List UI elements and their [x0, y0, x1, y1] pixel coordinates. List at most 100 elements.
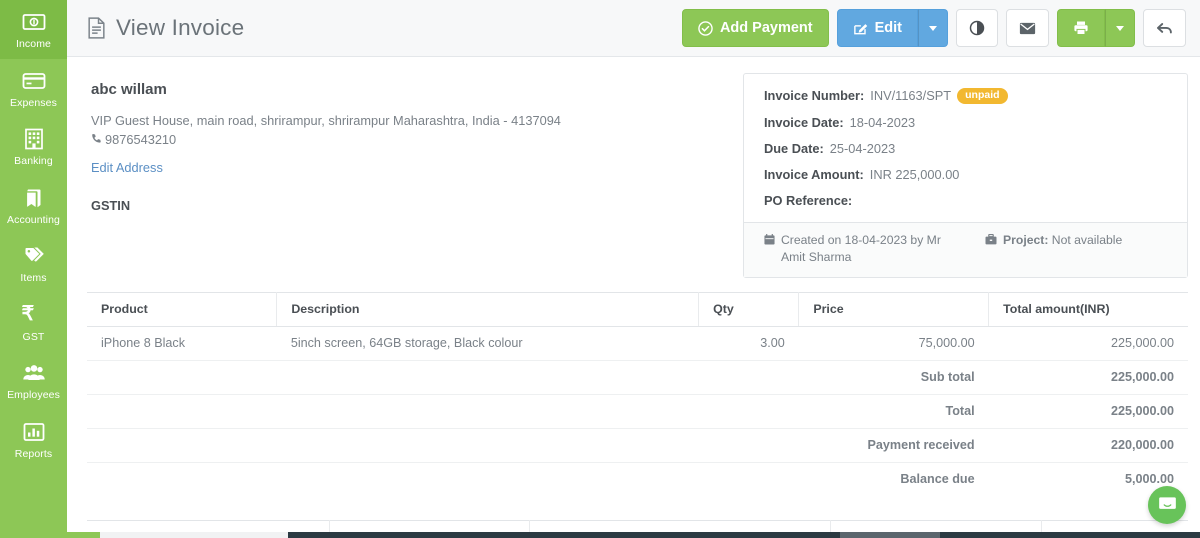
edit-label: Edit: [874, 20, 902, 36]
app-root: Income Expenses Banking Accounting Items: [0, 0, 1200, 538]
rupee-icon: ₹: [21, 302, 35, 325]
page-title: View Invoice: [87, 15, 244, 41]
table-row-payment-received: Payment received 220,000.00: [87, 428, 1188, 463]
calendar-icon: [764, 232, 775, 245]
invoice-items-table: Product Description Qty Price Total amou…: [87, 291, 1188, 496]
sidebar-item-gst[interactable]: ₹ GST: [0, 293, 67, 352]
items-header-description: Description: [276, 291, 700, 327]
chat-widget-button[interactable]: [1148, 486, 1186, 524]
edit-button[interactable]: Edit: [836, 9, 918, 47]
invoice-number-label: Invoice Number:: [764, 88, 865, 104]
print-button[interactable]: [1057, 9, 1105, 47]
total-value: 225,000.00: [988, 394, 1188, 429]
phone-icon: [91, 133, 102, 145]
contrast-button[interactable]: [956, 9, 998, 47]
sidebar-item-label: Expenses: [10, 96, 57, 109]
back-arrow-icon: [1156, 21, 1173, 36]
file-invoice-icon: [87, 17, 106, 39]
table-row: iPhone 8 Black 5inch screen, 64GB storag…: [87, 326, 1188, 361]
invoice-date-line: Invoice Date: 18-04-2023: [764, 115, 1167, 130]
total-label: Total: [87, 394, 989, 429]
chevron-down-icon: [1116, 25, 1124, 31]
invoice-date-value: 18-04-2023: [849, 114, 916, 130]
po-reference-label: PO Reference:: [764, 192, 853, 208]
sidebar-item-accounting[interactable]: Accounting: [0, 176, 67, 235]
credit-card-icon: [22, 69, 46, 93]
table-row-subtotal: Sub total 225,000.00: [87, 360, 1188, 395]
project-value: Not available: [1051, 232, 1123, 247]
money-bill-icon: [22, 10, 46, 34]
created-text: Created on 18-04-2023 by Mr Amit Sharma: [781, 232, 941, 265]
due-date-value: 25-04-2023: [829, 140, 896, 156]
balance-due-label: Balance due: [900, 471, 975, 486]
bar-chart-icon: [22, 420, 46, 444]
sidebar-item-label: Income: [15, 38, 52, 50]
add-payment-button[interactable]: Add Payment: [681, 9, 829, 47]
back-button[interactable]: [1143, 9, 1186, 47]
bottom-strip-light: [100, 532, 288, 538]
item-total: 225,000.00: [988, 326, 1188, 361]
sidebar-item-items[interactable]: Items: [0, 234, 67, 293]
items-table-head: Product Description Qty Price Total amou…: [87, 291, 1188, 327]
party-phone: 9876543210: [91, 132, 725, 147]
party-address: VIP Guest House, main road, shrirampur, …: [91, 113, 561, 128]
pencil-square-icon: [853, 21, 868, 36]
items-header-qty: Qty: [698, 291, 800, 327]
item-description: 5inch screen, 64GB storage, Black colour: [276, 326, 699, 361]
item-qty: 3.00: [698, 326, 799, 361]
party-phone-text: 9876543210: [105, 131, 177, 147]
invoice-amount-value: INR 225,000.00: [869, 166, 960, 182]
created-info: Created on 18-04-2023 by Mr Amit Sharma: [764, 232, 959, 267]
chat-bubble-icon: [1158, 496, 1177, 514]
items-header-price: Price: [798, 291, 990, 327]
table-row-balance-due: Balance due 5,000.00: [87, 462, 1188, 496]
check-circle-icon: [698, 20, 713, 36]
page-toolbar: View Invoice Add Payment Edit: [67, 0, 1200, 57]
bottom-strip-dark: [288, 532, 840, 538]
payment-received-label: Payment received: [87, 428, 989, 463]
page-title-text: View Invoice: [116, 15, 245, 40]
add-payment-label: Add Payment: [719, 20, 813, 36]
sidebar-item-employees[interactable]: Employees: [0, 351, 67, 410]
sidebar-item-label: Banking: [14, 155, 53, 167]
sidebar-item-label: Reports: [14, 447, 53, 460]
email-button[interactable]: [1006, 9, 1049, 47]
due-date-label: Due Date:: [764, 140, 824, 156]
sidebar-item-label: Items: [20, 272, 47, 284]
sidebar-item-reports[interactable]: Reports: [0, 410, 67, 469]
po-reference-line: PO Reference:: [764, 193, 1167, 208]
item-price: 75,000.00: [798, 326, 989, 361]
invoice-number-line: Invoice Number: INV/1163/SPT unpaid: [764, 88, 1167, 104]
edit-address-link[interactable]: Edit Address: [91, 160, 163, 175]
print-dropdown-toggle[interactable]: [1105, 9, 1135, 47]
table-row-total: Total 225,000.00: [87, 394, 1188, 429]
briefcase-icon: [985, 232, 997, 245]
main-area: View Invoice Add Payment Edit abc willam…: [67, 0, 1200, 538]
sidebar-item-income[interactable]: Income: [0, 0, 67, 59]
invoice-amount-label: Invoice Amount:: [764, 166, 864, 182]
action-toolbar: Add Payment Edit: [681, 9, 1186, 47]
items-header-product: Product: [87, 291, 278, 327]
chevron-down-icon: [929, 25, 937, 31]
status-badge: unpaid: [957, 88, 1008, 104]
edit-dropdown-toggle[interactable]: [918, 9, 948, 47]
party-details: abc willam VIP Guest House, main road, s…: [87, 73, 731, 213]
invoice-content: abc willam VIP Guest House, main road, s…: [67, 57, 1200, 538]
bottom-strip-dark-right: [940, 532, 1200, 538]
invoice-summary-row: abc willam VIP Guest House, main road, s…: [87, 73, 1188, 278]
items-header-row: Product Description Qty Price Total amou…: [87, 291, 1188, 327]
gstin-label: GSTIN: [91, 197, 131, 213]
project-text: Project: Not available: [1003, 232, 1122, 250]
invoice-amount-line: Invoice Amount: INR 225,000.00: [764, 167, 1167, 182]
users-icon: [22, 361, 46, 385]
sidebar-item-label: GST: [22, 330, 45, 343]
bottom-strip-grey: [840, 532, 940, 538]
print-split-button: [1057, 9, 1135, 47]
sidebar-item-banking[interactable]: Banking: [0, 117, 67, 176]
party-name: abc willam: [91, 81, 167, 98]
items-header-total: Total amount(INR): [988, 291, 1188, 327]
item-product: iPhone 8 Black: [87, 326, 277, 361]
invoice-details-body: Invoice Number: INV/1163/SPT unpaid Invo…: [744, 74, 1187, 222]
subtotal-label: Sub total: [87, 360, 989, 395]
sidebar-item-expenses[interactable]: Expenses: [0, 59, 67, 118]
